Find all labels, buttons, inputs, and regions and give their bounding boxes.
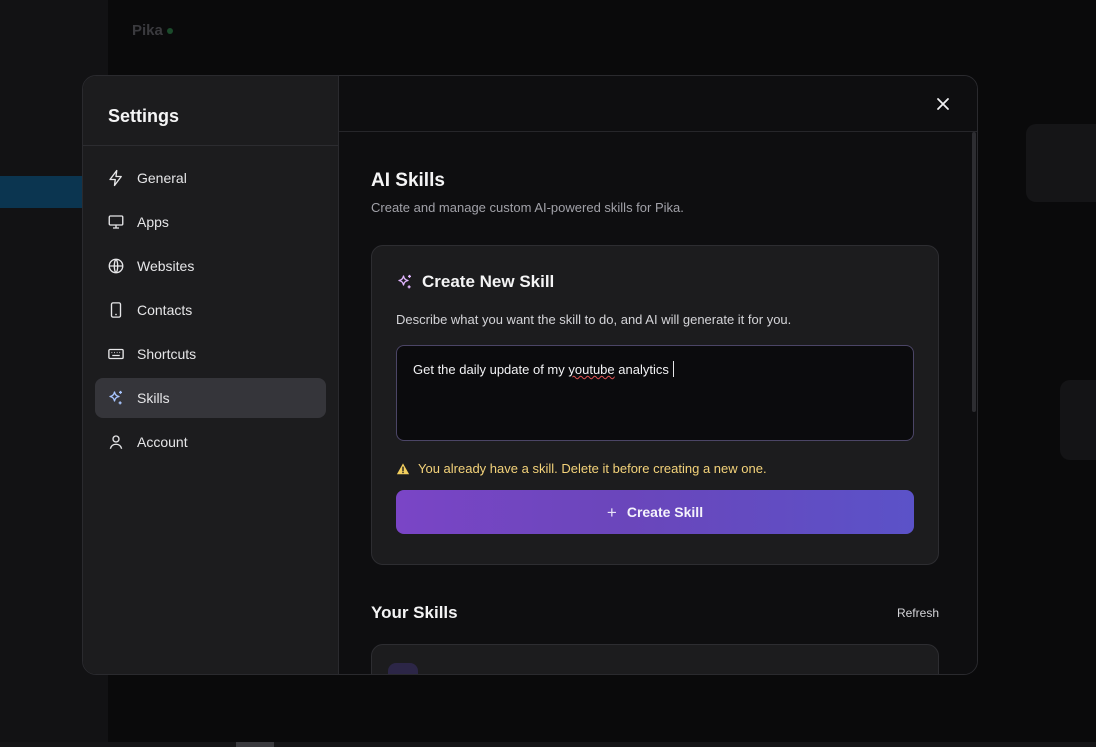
nav-item-contacts[interactable]: Contacts — [95, 290, 326, 330]
settings-sidebar-header: Settings — [83, 76, 338, 146]
create-skill-description: Describe what you want the skill to do, … — [396, 312, 792, 327]
settings-main: AI Skills Create and manage custom AI-po… — [339, 76, 977, 674]
background-card — [1026, 124, 1096, 202]
create-skill-button-label: Create Skill — [626, 504, 704, 520]
nav-item-general[interactable]: General — [95, 158, 326, 198]
warning-text: You already have a skill. Delete it befo… — [418, 461, 767, 476]
nav-item-label: Websites — [137, 258, 195, 274]
close-icon — [937, 98, 949, 110]
plus-icon: + — [606, 502, 617, 522]
sparkles-icon — [398, 274, 411, 289]
your-skills-title: Your Skills — [371, 603, 458, 622]
skill-icon — [388, 663, 418, 674]
nav-item-label: General — [137, 170, 187, 186]
settings-nav: General Apps Websites Contacts Shortcuts… — [83, 146, 338, 462]
background-top-right — [972, 22, 1096, 40]
user-icon — [107, 433, 125, 451]
background-scroll-thumb — [236, 742, 274, 747]
nav-item-apps[interactable]: Apps — [95, 202, 326, 242]
nav-item-label: Apps — [137, 214, 169, 230]
background-card — [1060, 380, 1096, 460]
skill-description-input[interactable]: Get the daily update of my youtube analy… — [396, 345, 914, 441]
nav-item-skills[interactable]: Skills — [95, 378, 326, 418]
create-skill-button[interactable]: + Create Skill — [396, 490, 914, 534]
phone-icon — [107, 301, 125, 319]
background-active-item — [0, 176, 82, 208]
nav-item-label: Contacts — [137, 302, 193, 318]
page-subtitle: Create and manage custom AI-powered skil… — [371, 200, 684, 215]
input-text: Get the daily update of my — [413, 362, 569, 377]
create-skill-title: Create New Skill — [422, 272, 555, 291]
keyboard-icon — [107, 345, 125, 363]
sparkles-icon — [107, 389, 125, 407]
settings-title: Settings — [108, 106, 180, 126]
create-skill-header: Create New Skill — [396, 272, 914, 292]
settings-modal: Settings General Apps Websites Contacts … — [82, 75, 978, 675]
status-dot — [166, 28, 173, 35]
skills-content: AI Skills Create and manage custom AI-po… — [339, 132, 977, 623]
page-title: AI Skills — [371, 170, 445, 191]
nav-item-websites[interactable]: Websites — [95, 246, 326, 286]
input-text: analytics — [614, 362, 669, 377]
scrollbar[interactable] — [972, 132, 976, 412]
text-caret — [672, 361, 674, 377]
nav-item-account[interactable]: Account — [95, 422, 326, 462]
warning-icon — [396, 462, 410, 474]
background-bottom-bar — [0, 742, 1096, 747]
main-topbar — [339, 76, 977, 132]
background-app-title: Pika — [132, 22, 173, 39]
monitor-icon — [107, 213, 125, 231]
globe-icon — [107, 257, 125, 275]
nav-item-label: Skills — [137, 390, 170, 406]
your-skills-header: Your Skills Refresh — [371, 603, 939, 623]
create-skill-card: Create New Skill Describe what you want … — [371, 245, 939, 565]
close-button[interactable] — [935, 96, 951, 112]
refresh-button[interactable]: Refresh — [897, 606, 939, 620]
nav-item-shortcuts[interactable]: Shortcuts — [95, 334, 326, 374]
settings-sidebar: Settings General Apps Websites Contacts … — [83, 76, 339, 674]
nav-item-label: Shortcuts — [137, 346, 197, 362]
lightning-icon — [107, 169, 125, 187]
misspelled-word: youtube — [568, 362, 615, 377]
skill-limit-warning: You already have a skill. Delete it befo… — [396, 461, 914, 476]
skill-card-partial[interactable] — [371, 644, 939, 674]
nav-item-label: Account — [137, 434, 188, 450]
